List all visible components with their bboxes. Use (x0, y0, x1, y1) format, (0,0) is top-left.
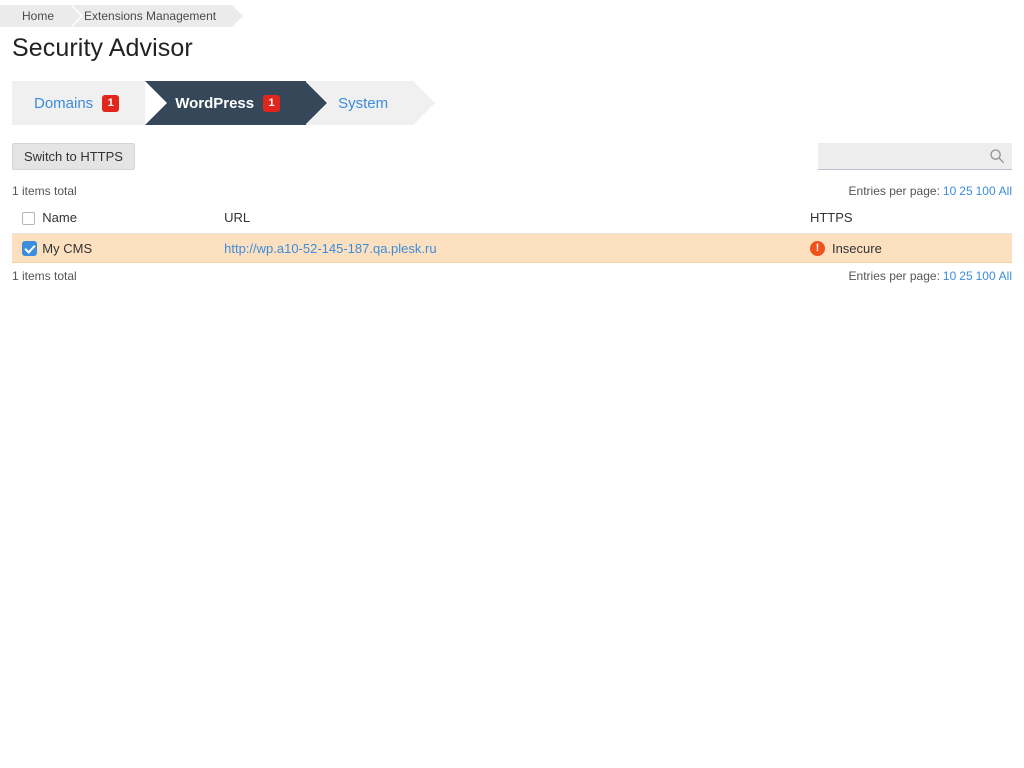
tab-bar: Domains 1 WordPress 1 System (12, 81, 1024, 125)
tab-badge-count: 1 (102, 94, 120, 112)
entries-option-100[interactable]: 100 (976, 184, 996, 198)
switch-to-https-button[interactable]: Switch to HTTPS (12, 143, 135, 170)
alert-icon: ! (809, 240, 825, 256)
breadcrumb-label: Extensions Management (84, 9, 217, 23)
breadcrumb: Home Extensions Management (0, 5, 1024, 27)
entries-option-all[interactable]: All (999, 269, 1012, 283)
items-total-top: 1 items total (12, 184, 77, 198)
table-row[interactable]: My CMS http://wp.a10-52-145-187.qa.plesk… (12, 233, 1012, 264)
entries-option-10[interactable]: 10 (943, 269, 956, 283)
search-box (818, 143, 1012, 170)
entries-per-page-label: Entries per page: (848, 269, 940, 284)
tab-label: WordPress (175, 94, 255, 112)
entries-per-page-top: Entries per page: 10 25 100 All (849, 184, 1012, 198)
pager-bottom: 1 items total Entries per page: 10 25 100 Al… (0, 269, 1024, 283)
items-total-bottom: 1 items total (12, 269, 77, 284)
table-head: Name URL HTTPS (12, 206, 1012, 235)
toolbar: Switch to HTTPS (0, 143, 1024, 173)
tab-wordpress[interactable]: WordPress 1 (145, 81, 328, 125)
row-url-cell: http://wp.a10-52-145-187.qa.plesk.ru (224, 233, 810, 264)
pager-top: 1 items total Entries per page: 10 25 100 Al… (0, 184, 1024, 198)
entries-option-10[interactable]: 10 (943, 184, 956, 198)
row-name: My CMS (42, 233, 225, 264)
row-checkbox[interactable] (22, 241, 37, 257)
column-header-name[interactable]: Name (42, 206, 225, 235)
status-badge: ! Insecure (809, 240, 1012, 256)
column-header-https[interactable]: HTTPS (809, 206, 1012, 235)
row-url-link[interactable]: http://wp.a10-52-145-187.qa.plesk.ru (224, 241, 436, 256)
page-title: Security Advisor (12, 34, 193, 62)
entries-option-25[interactable]: 25 (959, 184, 972, 198)
breadcrumb-item-home[interactable]: Home (0, 5, 84, 27)
entries-per-page-bottom: Entries per page: 10 25 100 All (849, 269, 1012, 283)
table-body: My CMS http://wp.a10-52-145-187.qa.plesk… (12, 233, 1012, 264)
row-https-cell: ! Insecure (809, 233, 1012, 264)
select-all-checkbox[interactable] (22, 212, 35, 226)
tab-label: System (338, 94, 389, 112)
sites-table: Name URL HTTPS My CMS http://wp.a10-52-1… (12, 206, 1012, 264)
entries-per-page-label: Entries per page: (848, 184, 940, 198)
entries-option-all[interactable]: All (999, 184, 1012, 198)
column-header-url[interactable]: URL (224, 206, 810, 235)
search-input[interactable] (818, 143, 1012, 170)
select-all-header (12, 206, 43, 235)
table-header-row: Name URL HTTPS (12, 206, 1012, 235)
tab-badge-count: 1 (263, 94, 281, 112)
entries-option-25[interactable]: 25 (959, 269, 972, 283)
status-label: Insecure (831, 240, 882, 256)
breadcrumb-label: Home (22, 9, 55, 23)
tab-domains[interactable]: Domains 1 (12, 81, 167, 125)
tab-label: Domains (34, 94, 94, 112)
breadcrumb-item-extensions-management[interactable]: Extensions Management (70, 5, 246, 27)
row-select-cell (12, 233, 43, 264)
entries-option-100[interactable]: 100 (976, 269, 996, 283)
